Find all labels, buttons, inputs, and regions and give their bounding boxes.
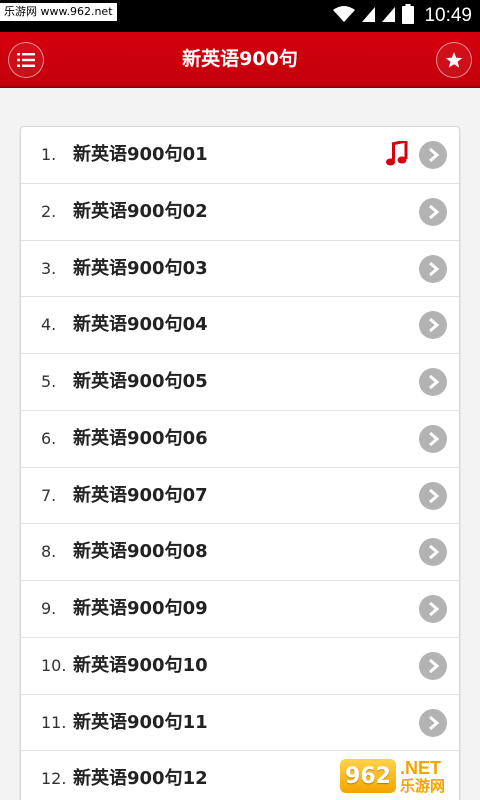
chevron-right-icon <box>429 148 439 162</box>
item-title: 新英语900句11 <box>73 711 208 733</box>
chevron-right-icon <box>429 545 439 560</box>
wifi-icon <box>332 5 356 27</box>
item-title: 新英语900句03 <box>73 257 208 279</box>
status-bar: 乐游网 www.962.net 10:49 <box>0 0 480 32</box>
item-title: 新英语900句02 <box>73 200 208 222</box>
chevron-right-icon <box>429 318 439 333</box>
item-title: 新英语900句04 <box>73 314 208 336</box>
open-button[interactable] <box>419 481 447 510</box>
item-number: 1. <box>41 145 57 164</box>
site-logo-net: .NET <box>400 757 442 778</box>
item-title: 新英语900句06 <box>73 427 208 449</box>
chevron-right-icon <box>429 375 439 389</box>
list-item[interactable]: 1. 新英语900句01 <box>21 127 459 184</box>
battery-icon <box>402 4 415 28</box>
favorites-button[interactable] <box>436 42 472 78</box>
site-logo-name: 乐游网 <box>400 776 446 795</box>
item-number: 12. <box>41 769 67 789</box>
site-logo-text: .NET 乐游网 <box>400 759 445 794</box>
open-button[interactable] <box>419 254 447 283</box>
lesson-list: 1. 新英语900句01 2. 新英语900句02 3. 新英语900句03 4… <box>20 126 460 800</box>
list-item[interactable]: 6. 新英语900句06 <box>21 411 459 468</box>
item-title: 新英语900句08 <box>73 541 208 563</box>
item-number: 7. <box>41 485 57 505</box>
app-bar: 新英语900句 <box>0 32 480 88</box>
list-item[interactable]: 5. 新英语900句05 <box>21 354 459 411</box>
list-item[interactable]: 7. 新英语900句07 <box>21 468 459 525</box>
item-number: 9. <box>41 599 57 618</box>
signal-icon <box>362 5 376 27</box>
item-title: 新英语900句12 <box>73 768 208 790</box>
page-title: 新英语900句 <box>182 48 298 70</box>
list-item[interactable]: 4. 新英语900句04 <box>21 297 459 354</box>
open-button[interactable] <box>419 141 447 169</box>
signal-icon <box>382 5 396 27</box>
item-number: 11. <box>41 712 67 732</box>
chevron-right-icon <box>429 602 439 616</box>
open-button[interactable] <box>419 368 447 396</box>
item-number: 8. <box>41 542 57 562</box>
item-number: 3. <box>41 258 57 278</box>
open-button[interactable] <box>419 538 447 567</box>
list-item[interactable]: 9. 新英语900句09 <box>21 581 459 638</box>
chevron-right-icon <box>429 261 439 276</box>
item-title: 新英语900句01 <box>73 144 208 165</box>
site-watermark: 乐游网 www.962.net <box>0 3 117 21</box>
list-item[interactable]: 8. 新英语900句08 <box>21 524 459 581</box>
open-button[interactable] <box>419 708 447 737</box>
open-button[interactable] <box>419 595 447 623</box>
item-title: 新英语900句09 <box>73 598 208 619</box>
item-title: 新英语900句05 <box>73 371 208 392</box>
item-number: 6. <box>41 428 57 448</box>
site-logo-mark: 962 <box>340 759 396 793</box>
chevron-right-icon <box>429 204 439 219</box>
item-title: 新英语900句07 <box>73 484 208 506</box>
item-number: 5. <box>41 372 57 391</box>
chevron-right-icon <box>429 715 439 730</box>
clock: 10:49 <box>424 5 472 26</box>
item-number: 4. <box>41 315 57 335</box>
open-button[interactable] <box>419 197 447 226</box>
list-item[interactable]: 2. 新英语900句02 <box>21 184 459 241</box>
status-icons: 10:49 <box>332 0 472 32</box>
list-item[interactable]: 10. 新英语900句10 <box>21 638 459 695</box>
list-item[interactable]: 3. 新英语900句03 <box>21 241 459 298</box>
chevron-right-icon <box>429 658 439 673</box>
item-title: 新英语900句10 <box>73 654 208 676</box>
item-number: 10. <box>41 655 67 675</box>
chevron-right-icon <box>429 488 439 503</box>
music-note-icon <box>385 139 409 167</box>
open-button[interactable] <box>419 311 447 340</box>
site-logo-watermark: 962 .NET 乐游网 <box>340 756 474 796</box>
list-item[interactable]: 11. 新英语900句11 <box>21 695 459 752</box>
star-icon <box>445 52 463 68</box>
item-number: 2. <box>41 201 57 221</box>
open-button[interactable] <box>419 424 447 453</box>
open-button[interactable] <box>419 651 447 680</box>
chevron-right-icon <box>429 431 439 446</box>
